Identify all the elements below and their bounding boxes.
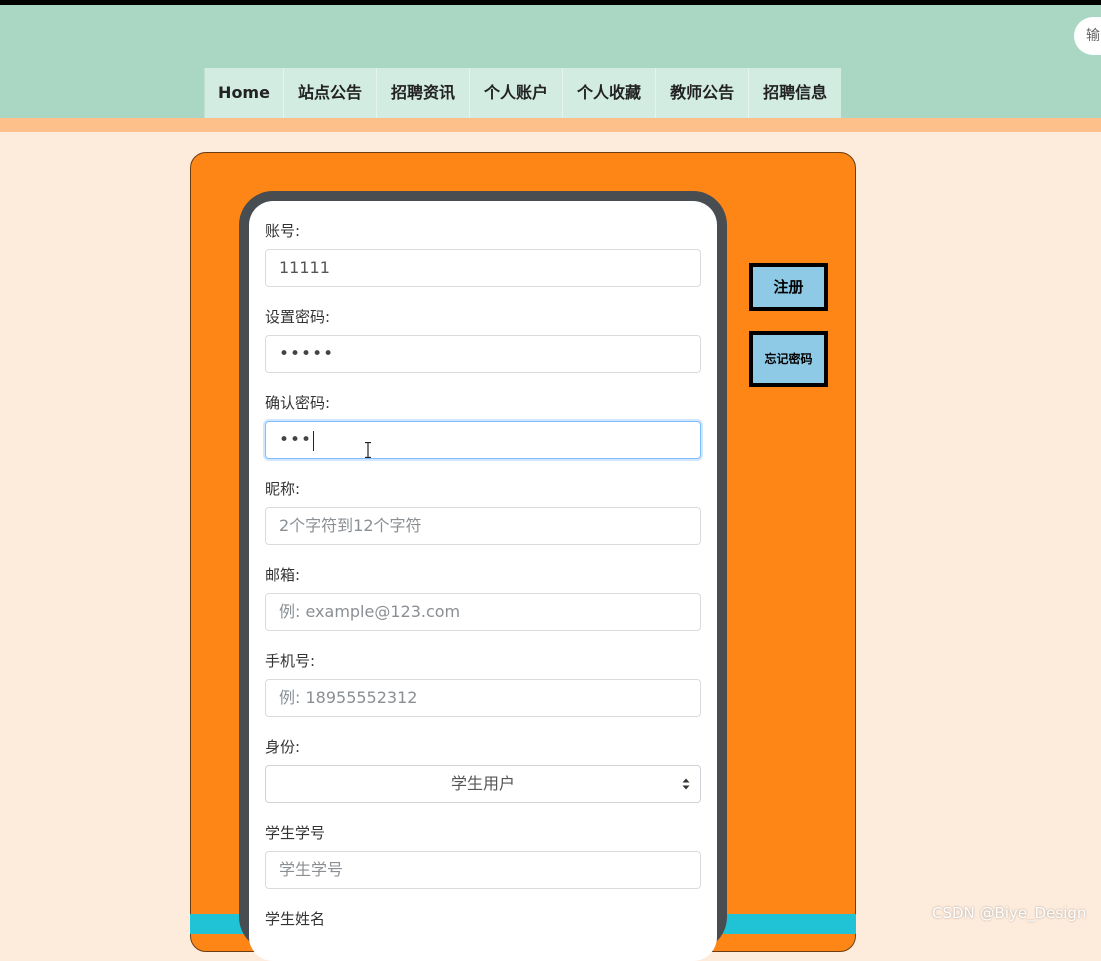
password-label: 设置密码:: [265, 308, 331, 326]
nickname-placeholder: 2个字符到12个字符: [279, 516, 422, 535]
account-label: 账号:: [265, 222, 301, 240]
ibeam-cursor-icon: [365, 442, 371, 458]
nickname-field[interactable]: 2个字符到12个字符: [265, 507, 701, 545]
nav-item-teacher-announcements[interactable]: 教师公告: [655, 68, 749, 118]
register-button[interactable]: 注册: [749, 263, 828, 311]
nav-item-recruitment-news[interactable]: 招聘资讯: [376, 68, 470, 118]
phone-field[interactable]: 例: 18955552312: [265, 679, 701, 717]
watermark: CSDN @Biye_Design: [932, 904, 1087, 922]
nav-item-site-announcements[interactable]: 站点公告: [283, 68, 377, 118]
role-label: 身份:: [265, 738, 301, 756]
text-caret: [313, 430, 315, 451]
role-selected-value: 学生用户: [450, 774, 515, 793]
role-select[interactable]: 学生用户: [265, 765, 701, 803]
student-id-label: 学生学号: [265, 824, 326, 842]
confirm-password-field[interactable]: •••: [265, 421, 701, 459]
phone-placeholder: 例: 18955552312: [279, 688, 418, 707]
nav-item-home[interactable]: Home: [204, 68, 283, 118]
email-label: 邮箱:: [265, 566, 301, 584]
nav-item-personal-account[interactable]: 个人账户: [469, 68, 563, 118]
student-name-label: 学生姓名: [265, 910, 326, 928]
email-placeholder: 例: example@123.com: [279, 602, 461, 621]
forgot-password-button[interactable]: 忘记密码: [749, 331, 828, 387]
password-value: •••••: [279, 344, 335, 364]
header-stripe: [0, 118, 1101, 132]
main-nav: Home 站点公告 招聘资讯 个人账户 个人收藏 教师公告 招聘信息: [204, 68, 842, 118]
student-id-placeholder: 学生学号: [279, 860, 344, 879]
password-field[interactable]: •••••: [265, 335, 701, 373]
nickname-label: 昵称:: [265, 480, 301, 498]
email-field[interactable]: 例: example@123.com: [265, 593, 701, 631]
student-id-field[interactable]: 学生学号: [265, 851, 701, 889]
phone-label: 手机号:: [265, 652, 316, 670]
confirm-password-label: 确认密码:: [265, 394, 331, 412]
confirm-password-value: •••: [279, 430, 313, 450]
search-placeholder: 输: [1086, 28, 1100, 44]
select-arrows-icon: [682, 778, 690, 790]
nav-item-job-info[interactable]: 招聘信息: [748, 68, 842, 118]
account-field[interactable]: 11111: [265, 249, 701, 287]
account-value: 11111: [279, 258, 330, 277]
nav-item-favorites[interactable]: 个人收藏: [562, 68, 656, 118]
